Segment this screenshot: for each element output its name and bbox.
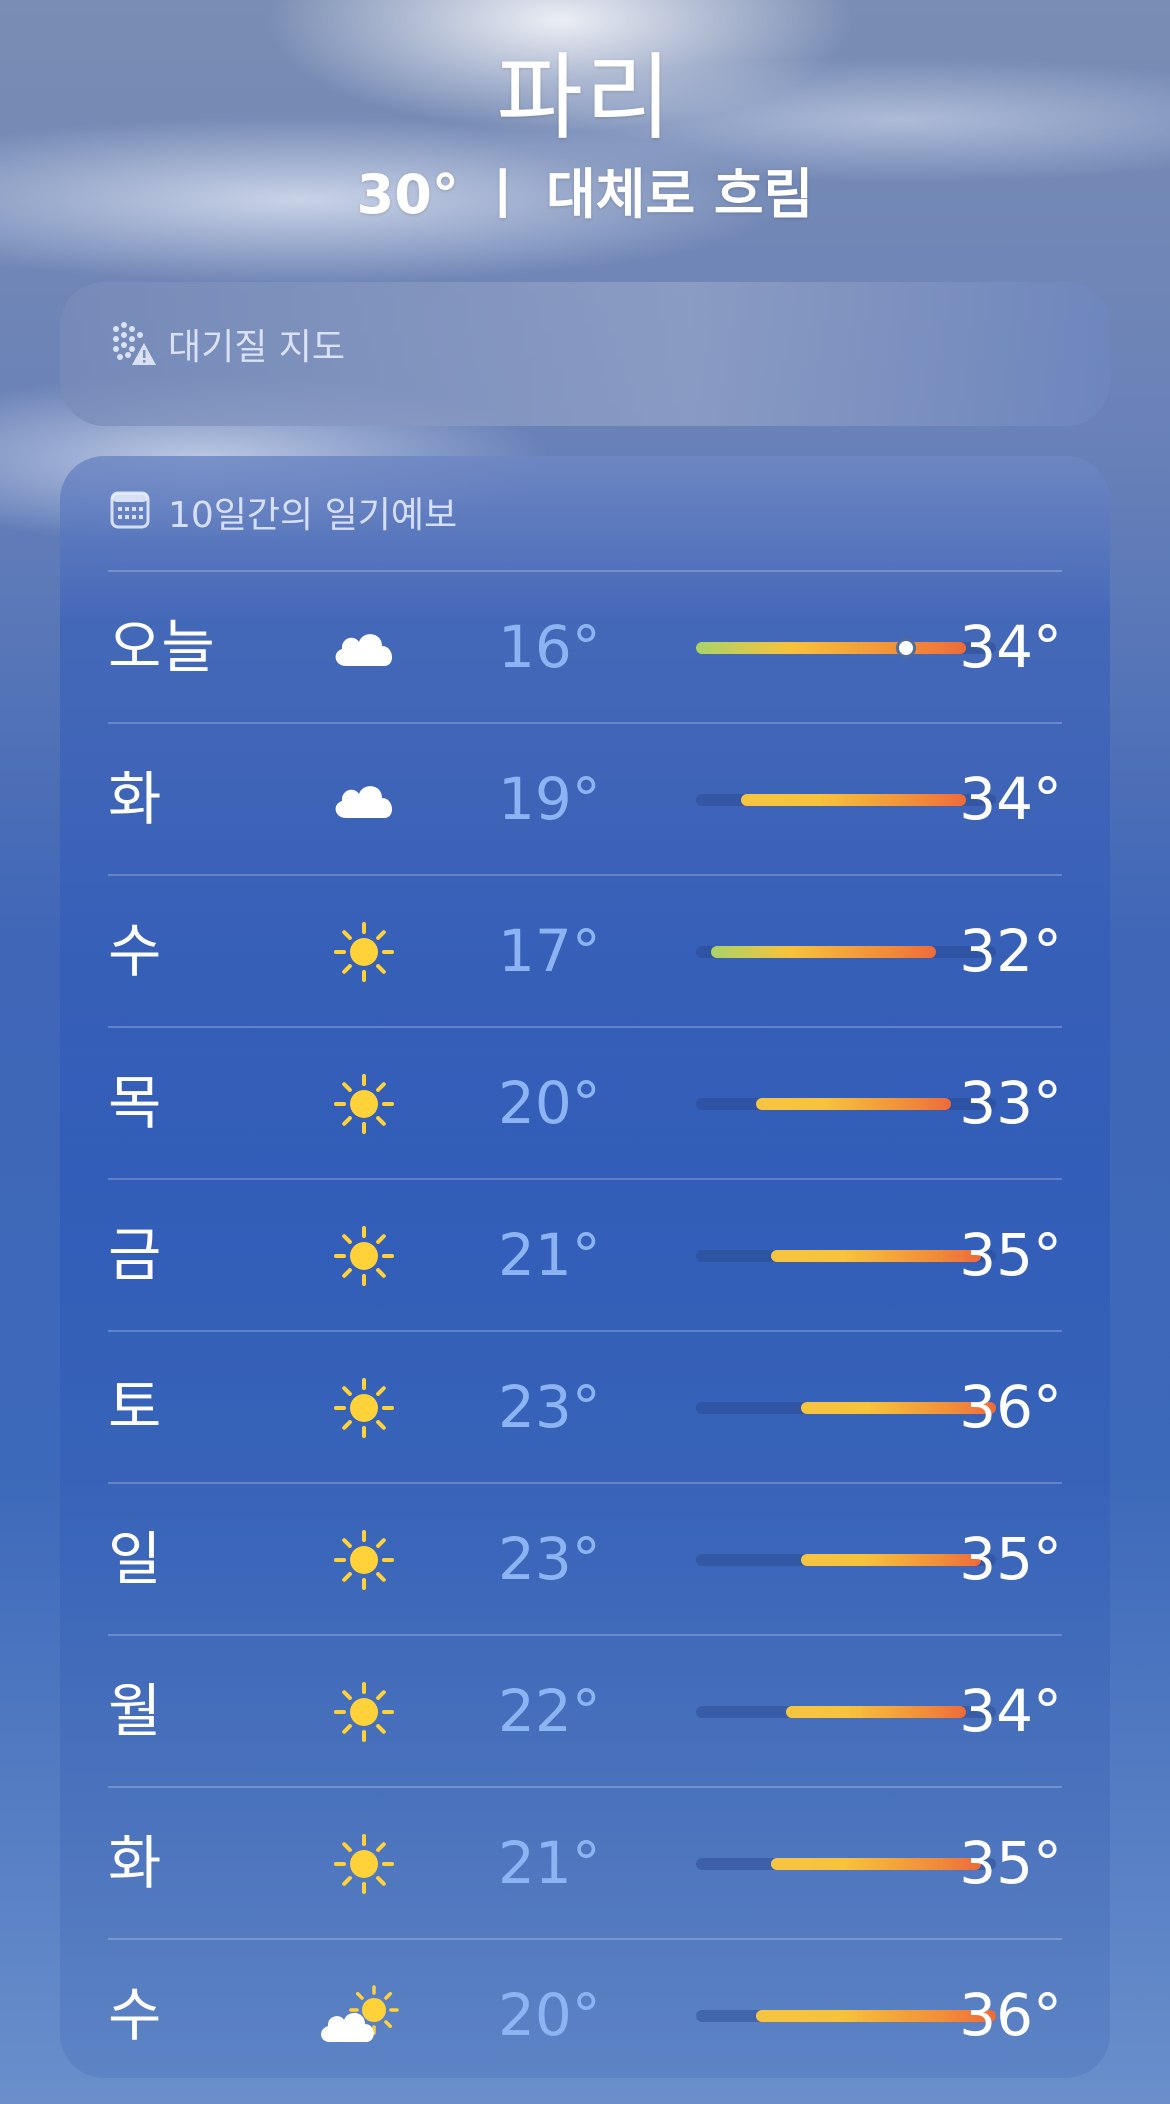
- temperature-range-bar: [696, 946, 996, 958]
- forecast-row[interactable]: 오늘 16° 34°: [108, 570, 1062, 722]
- forecast-list: 오늘 16° 34° 화 19° 34° 수 17° 32° 목 20° 33° 금 21° 35° 토 23°…: [108, 570, 1062, 2090]
- forecast-row[interactable]: 수 20° 36°: [108, 1938, 1062, 2090]
- forecast-low-temp: 20°: [498, 1069, 601, 1137]
- temperature-range-bar: [696, 1706, 996, 1718]
- temperature-range-fill: [771, 1858, 981, 1870]
- forecast-label: 10일간의 일기예보: [168, 495, 458, 536]
- forecast-low-temp: 17°: [498, 917, 601, 985]
- forecast-high-temp: 34°: [959, 765, 1062, 833]
- air-quality-map-card[interactable]: 대기질 지도: [60, 282, 1110, 426]
- air-quality-map-title: 대기질 지도: [108, 318, 345, 370]
- temperature-range-bar: [696, 1250, 996, 1262]
- sun-icon: [328, 1676, 400, 1748]
- forecast-high-temp: 35°: [959, 1829, 1062, 1897]
- city-name: 파리: [496, 44, 674, 153]
- temperature-range-bar: [696, 1402, 996, 1414]
- forecast-low-temp: 19°: [498, 765, 601, 833]
- forecast-day: 토: [108, 1373, 162, 1441]
- forecast-day: 일: [108, 1525, 162, 1593]
- current-conditions: 30° ㅣ 대체로 흐림: [356, 163, 814, 226]
- current-temp-marker: [896, 638, 916, 658]
- temperature-range-fill: [786, 1706, 966, 1718]
- temperature-range-bar: [696, 794, 996, 806]
- forecast-low-temp: 23°: [498, 1373, 601, 1441]
- temperature-range-bar: [696, 1554, 996, 1566]
- forecast-day: 수: [108, 917, 162, 985]
- forecast-high-temp: 32°: [959, 917, 1062, 985]
- forecast-low-temp: 23°: [498, 1525, 601, 1593]
- temperature-range-bar: [696, 638, 996, 658]
- forecast-low-temp: 20°: [498, 1981, 601, 2049]
- forecast-day: 금: [108, 1221, 162, 1289]
- forecast-row[interactable]: 월 22° 34°: [108, 1634, 1062, 1786]
- forecast-row[interactable]: 일 23° 35°: [108, 1482, 1062, 1634]
- forecast-row[interactable]: 토 23° 36°: [108, 1330, 1062, 1482]
- cloud-icon: [328, 764, 400, 836]
- forecast-row[interactable]: 화 19° 34°: [108, 722, 1062, 874]
- forecast-row[interactable]: 수 17° 32°: [108, 874, 1062, 1026]
- forecast-low-temp: 21°: [498, 1829, 601, 1897]
- forecast-high-temp: 33°: [959, 1069, 1062, 1137]
- air-quality-map-icon: [108, 319, 158, 369]
- forecast-low-temp: 16°: [498, 613, 601, 681]
- forecast-high-temp: 34°: [959, 1677, 1062, 1745]
- forecast-day: 목: [108, 1069, 162, 1137]
- sun-icon: [328, 916, 400, 988]
- forecast-row[interactable]: 목 20° 33°: [108, 1026, 1062, 1178]
- sun-icon: [328, 1828, 400, 1900]
- forecast-row[interactable]: 화 21° 35°: [108, 1786, 1062, 1938]
- forecast-day: 월: [108, 1677, 162, 1745]
- forecast-low-temp: 22°: [498, 1677, 601, 1745]
- temperature-range-fill: [696, 642, 966, 654]
- sun-icon: [328, 1524, 400, 1596]
- temperature-range-bar: [696, 2010, 996, 2022]
- temperature-range-fill: [801, 1554, 981, 1566]
- temperature-range-fill: [741, 794, 966, 806]
- calendar-icon: [108, 487, 158, 537]
- cloud-icon: [328, 612, 400, 684]
- sun-icon: [328, 1220, 400, 1292]
- air-quality-map-label: 대기질 지도: [168, 327, 346, 368]
- forecast-high-temp: 35°: [959, 1221, 1062, 1289]
- forecast-day: 오늘: [108, 613, 215, 681]
- forecast-title: 10일간의 일기예보: [108, 486, 457, 538]
- temperature-range-fill: [711, 946, 936, 958]
- sun-icon: [328, 1068, 400, 1140]
- temperature-range-fill: [756, 1098, 951, 1110]
- forecast-low-temp: 21°: [498, 1221, 601, 1289]
- temperature-range-bar: [696, 1098, 996, 1110]
- forecast-high-temp: 34°: [959, 613, 1062, 681]
- forecast-row[interactable]: 금 21° 35°: [108, 1178, 1062, 1330]
- forecast-day: 수: [108, 1981, 162, 2049]
- temperature-range-fill: [771, 1250, 981, 1262]
- sun-icon: [328, 1372, 400, 1444]
- temperature-range-bar: [696, 1858, 996, 1870]
- partly-sunny-icon: [316, 1980, 406, 2052]
- forecast-high-temp: 36°: [959, 1981, 1062, 2049]
- forecast-high-temp: 35°: [959, 1525, 1062, 1593]
- forecast-day: 화: [108, 1829, 162, 1897]
- ten-day-forecast-card[interactable]: 10일간의 일기예보 오늘 16° 34° 화 19° 34° 수 17° 32° 목 20° 33°…: [60, 456, 1110, 2078]
- forecast-high-temp: 36°: [959, 1373, 1062, 1441]
- forecast-day: 화: [108, 765, 162, 833]
